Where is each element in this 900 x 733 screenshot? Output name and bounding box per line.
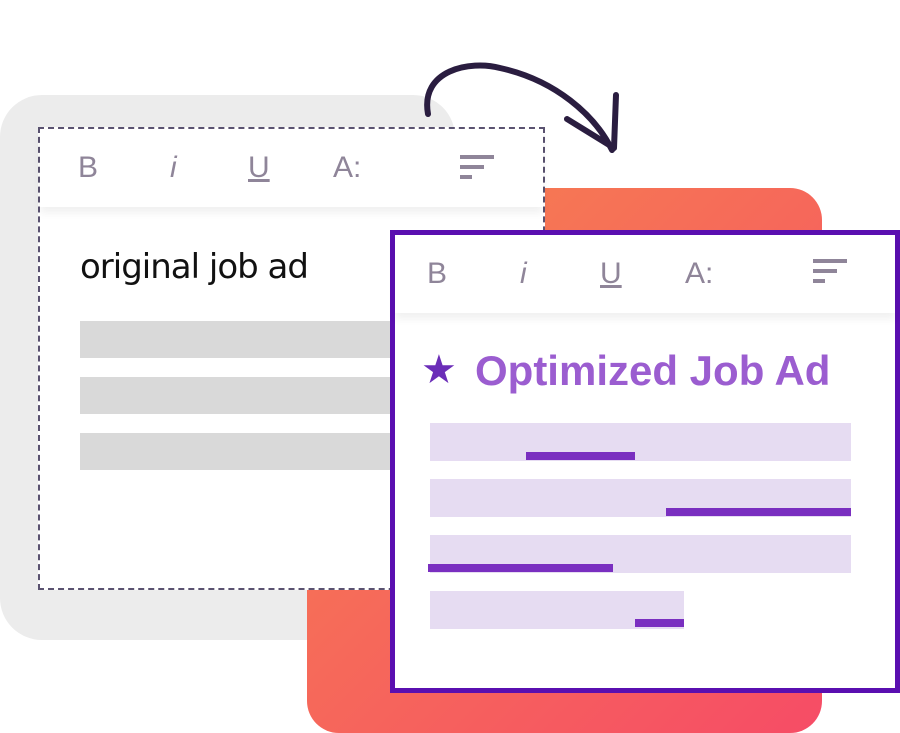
original-title: original job ad (80, 247, 309, 287)
star-icon: ★ (421, 348, 457, 392)
optimized-toolbar: B i U A: (395, 235, 895, 313)
highlight-line (526, 452, 635, 460)
align-icon[interactable] (813, 259, 849, 285)
text-line (80, 377, 400, 414)
text-line (80, 321, 400, 358)
optimized-editor: B i U A: ★ Optimized Job Ad (390, 230, 900, 693)
font-size-button[interactable]: A: (685, 257, 713, 291)
text-line (430, 423, 851, 461)
text-line (80, 433, 400, 470)
highlight-line (428, 564, 613, 572)
underline-button[interactable]: U (600, 257, 622, 291)
italic-button[interactable]: i (520, 257, 527, 291)
highlight-line (666, 508, 851, 516)
optimized-title: Optimized Job Ad (475, 347, 831, 394)
highlight-line (635, 619, 684, 627)
arrow-curved-icon (424, 62, 619, 153)
bold-button[interactable]: B (427, 257, 447, 291)
